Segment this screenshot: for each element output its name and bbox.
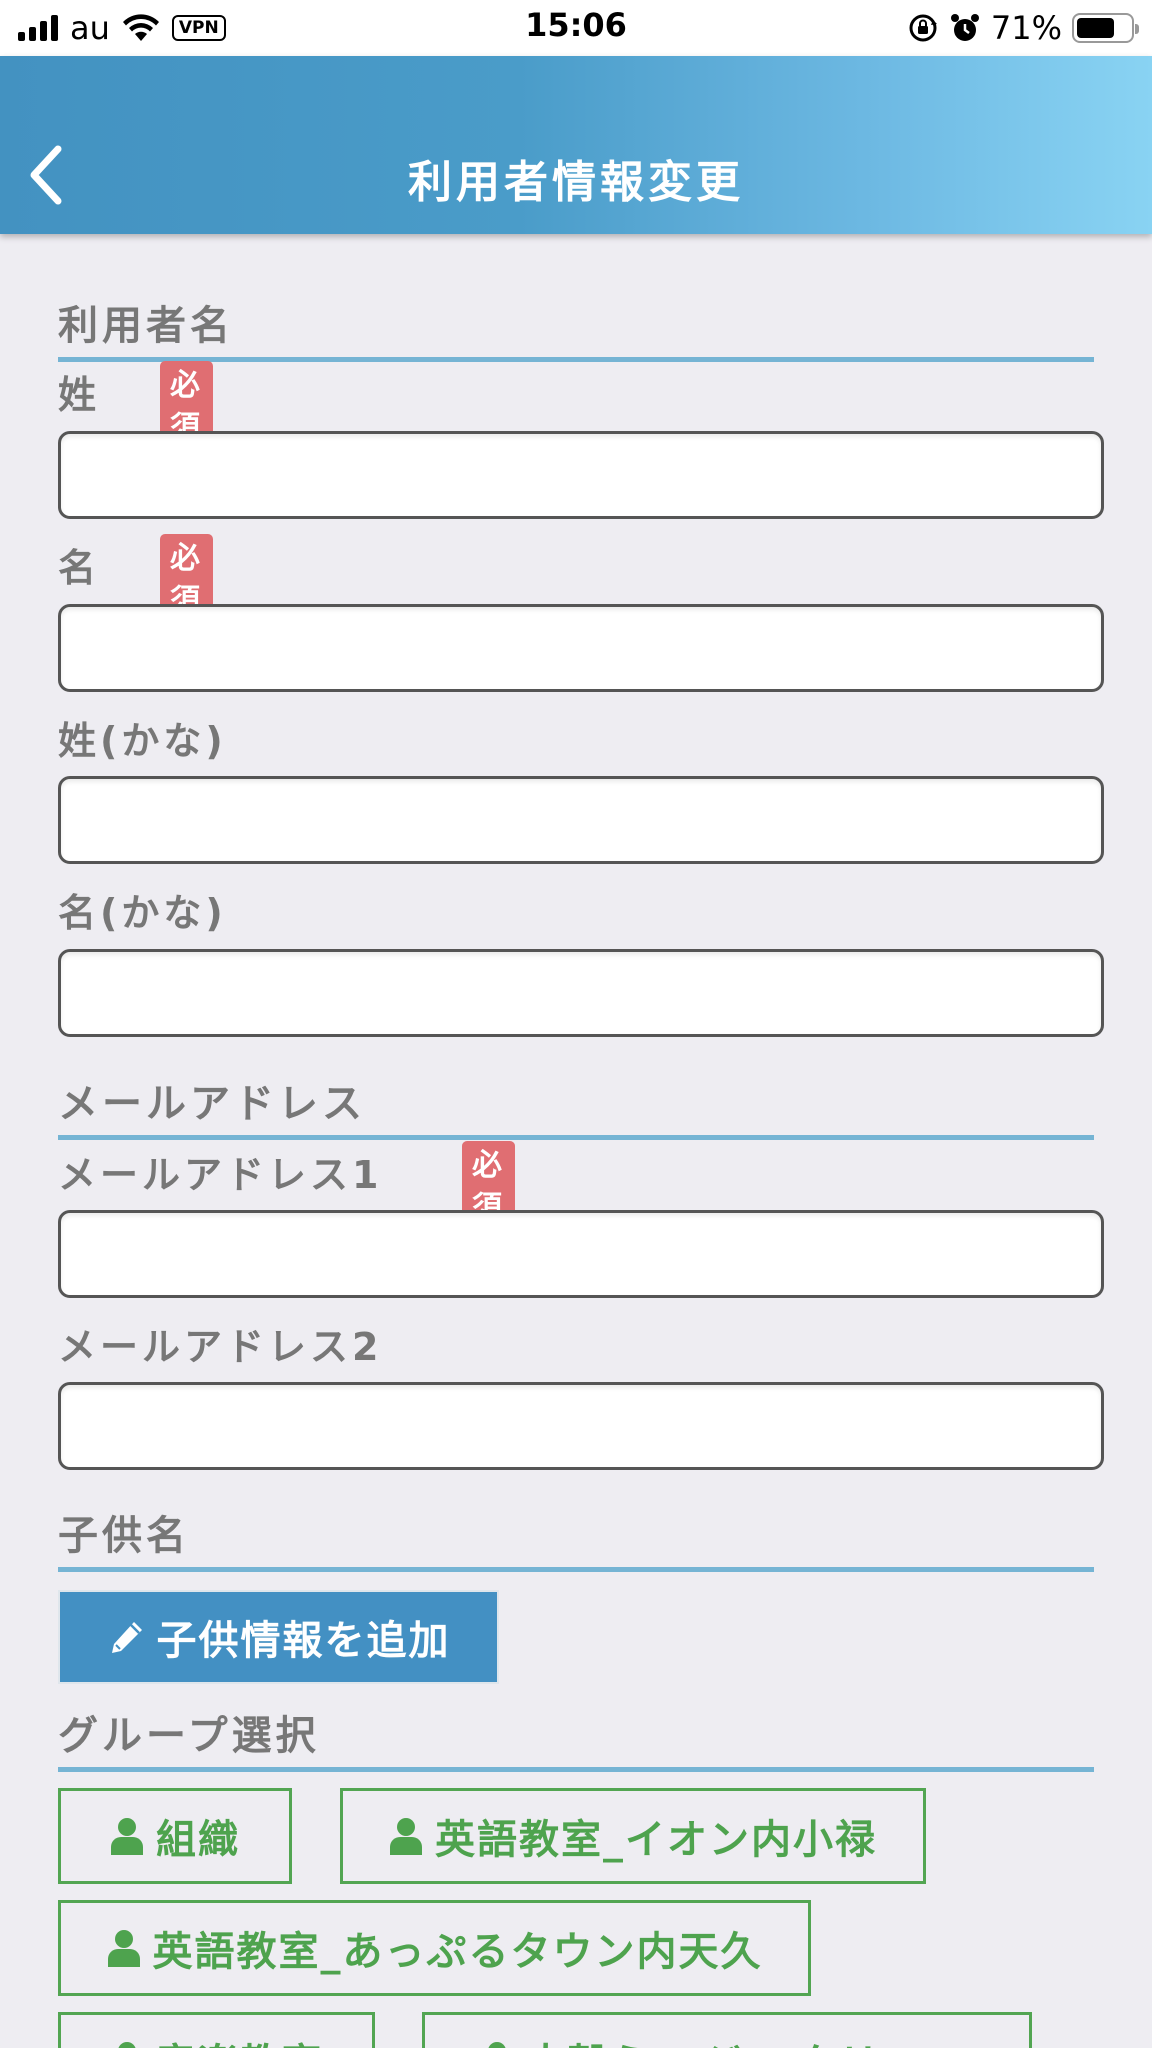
section-title-user-name: 利用者名	[58, 296, 1094, 362]
user-icon	[107, 1930, 140, 1967]
user-icon	[118, 2042, 135, 2048]
add-child-button[interactable]: 子供情報を追加	[58, 1590, 499, 1684]
last-name-kana-input[interactable]	[58, 776, 1104, 864]
orientation-lock-icon	[909, 14, 937, 42]
first-name-input[interactable]	[58, 604, 1104, 692]
user-icon	[488, 2042, 506, 2048]
last-name-label: 姓 必須	[58, 361, 213, 453]
add-child-button-label: 子供情報を追加	[156, 1618, 451, 1664]
page-title: 利用者情報変更	[408, 157, 744, 208]
group-button[interactable]: 音楽教室	[58, 2012, 375, 2048]
section-title-children: 子供名	[58, 1506, 1094, 1572]
user-icon	[111, 1818, 143, 1855]
last-name-input[interactable]	[58, 431, 1104, 519]
group-button-label: 組織	[156, 1817, 240, 1863]
last-name-kana-label: 姓(かな)	[58, 719, 227, 763]
group-button-label: 音楽教室	[156, 2031, 324, 2048]
group-button[interactable]: 英語教室_あっぷるタウン内天久	[58, 1900, 811, 1996]
first-name-kana-input[interactable]	[58, 949, 1104, 1037]
section-title-email: メールアドレス	[58, 1074, 1094, 1140]
email1-input[interactable]	[58, 1210, 1104, 1298]
pencil-icon	[111, 1622, 142, 1653]
group-button[interactable]: 英語教室_イオン内小禄	[340, 1788, 926, 1884]
section-title-groups: グループ選択	[58, 1706, 1094, 1772]
battery-fill	[1077, 18, 1114, 38]
email2-label: メールアドレス2	[58, 1325, 383, 1369]
status-bar: au VPN 15:06 71%	[0, 0, 1152, 56]
first-name-label: 名 必須	[58, 534, 213, 626]
first-name-label-text: 名	[58, 546, 101, 590]
status-right: 71%	[907, 8, 1139, 48]
group-button-label: 英語教室_あっぷるタウン内天久	[152, 1929, 763, 1975]
group-button-label: 大穀ら...ジ...クリエ...	[526, 2031, 975, 2048]
email1-label-text: メールアドレス1	[58, 1153, 383, 1197]
group-button[interactable]: 組織	[58, 1788, 292, 1884]
alarm-icon	[950, 14, 979, 41]
nav-bar: 利用者情報変更	[0, 56, 1152, 234]
user-icon	[390, 1818, 422, 1855]
group-button-label: 英語教室_イオン内小禄	[435, 1817, 877, 1863]
email1-label: メールアドレス1 必須	[58, 1141, 515, 1233]
last-name-label-text: 姓	[58, 373, 101, 417]
email2-input[interactable]	[58, 1382, 1104, 1470]
first-name-kana-label: 名(かな)	[58, 891, 227, 935]
battery-percent: 71%	[990, 9, 1062, 47]
battery-icon	[1072, 13, 1139, 43]
group-button[interactable]: 大穀ら...ジ...クリエ...	[422, 2012, 1032, 2048]
